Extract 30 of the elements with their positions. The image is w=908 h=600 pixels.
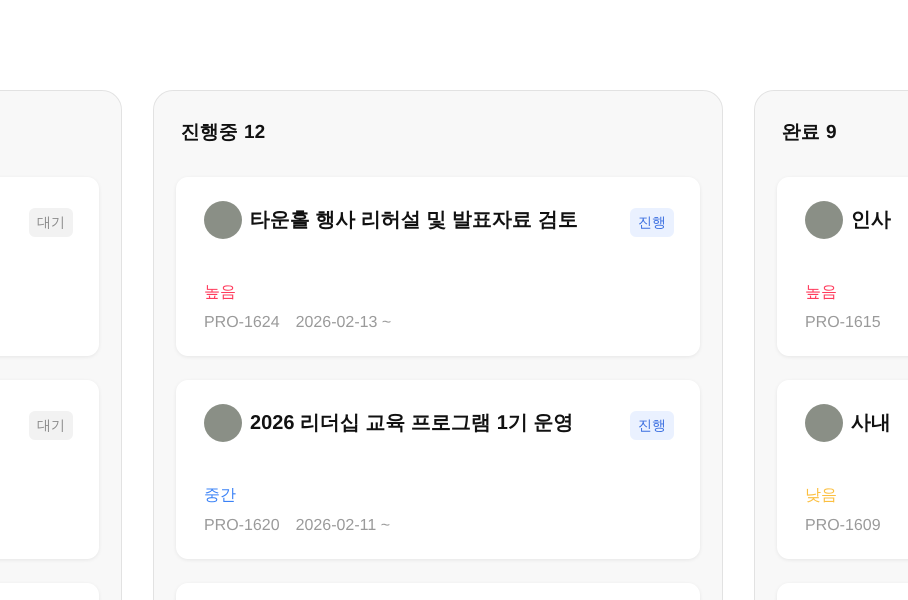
status-badge: 진행 xyxy=(630,208,674,237)
avatar-placeholder xyxy=(204,201,242,239)
column-title: 완료 xyxy=(782,121,820,145)
task-card[interactable]: 사내 낮음 PRO-1609 xyxy=(777,380,908,559)
task-id: PRO-1620 xyxy=(204,516,280,536)
column-count: 12 xyxy=(244,121,266,145)
status-badge: 진행 xyxy=(630,411,674,440)
priority-label: 낮음 xyxy=(805,486,838,506)
avatar-placeholder xyxy=(805,201,843,239)
priority-label: 중간 xyxy=(204,486,237,506)
task-card[interactable]: 타운홀 행사 리허설 및 발표자료 검토 진행 높음 PRO-1624 2026-02-13 ~ xyxy=(176,177,700,356)
task-id: PRO-1615 xyxy=(805,313,881,333)
status-badge: 대기 xyxy=(29,208,73,237)
priority-label: 높음 xyxy=(204,283,237,303)
avatar-placeholder xyxy=(204,404,242,442)
task-id: PRO-1609 xyxy=(805,516,881,536)
task-title: 인사 xyxy=(851,208,891,233)
column-title: 진행중 xyxy=(181,121,238,145)
priority-label: 높음 xyxy=(805,283,838,303)
task-date: 2026-02-11 ~ xyxy=(296,516,390,536)
avatar-placeholder xyxy=(805,404,843,442)
task-title: 2026 리더십 교육 프로그램 1기 운영 xyxy=(250,411,574,436)
task-card[interactable]: 2026 리더십 교육 프로그램 1기 운영 진행 중간 PRO-1620 2026-02-11 ~ xyxy=(176,380,700,559)
task-title: 타운홀 행사 리허설 및 발표자료 검토 xyxy=(250,208,578,233)
task-id: PRO-1624 xyxy=(204,313,280,333)
task-card[interactable]: 인사 높음 PRO-1615 xyxy=(777,177,908,356)
task-date: 2026-02-13 ~ xyxy=(296,313,392,333)
column-count: 9 xyxy=(826,121,837,145)
task-title: 사내 xyxy=(851,411,891,436)
status-badge: 대기 xyxy=(29,411,73,440)
